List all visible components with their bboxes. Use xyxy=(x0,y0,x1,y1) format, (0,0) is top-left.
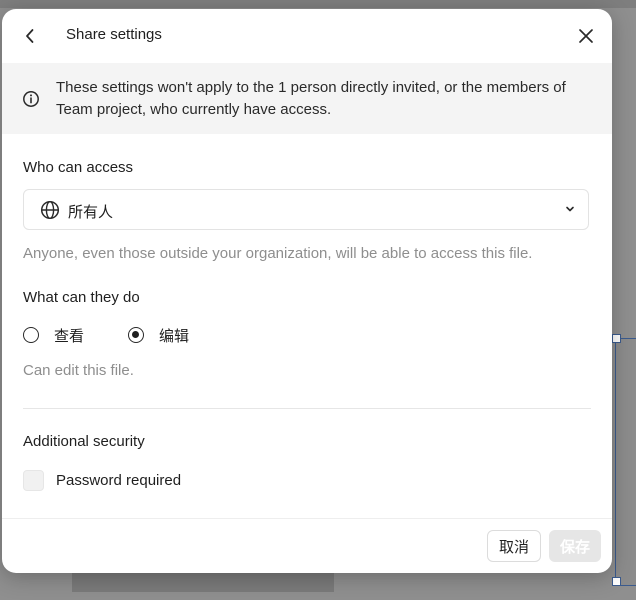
section-divider xyxy=(23,408,591,409)
close-icon xyxy=(579,29,593,43)
save-button[interactable]: 保存 xyxy=(549,530,601,562)
notice-banner: These settings won't apply to the 1 pers… xyxy=(2,63,612,134)
resize-handle[interactable] xyxy=(612,334,621,343)
radio-circle[interactable] xyxy=(23,327,39,343)
share-settings-dialog: Share settings These settings won't appl… xyxy=(2,9,612,573)
chevron-down-icon xyxy=(566,206,574,212)
access-help-text: Anyone, even those outside your organiza… xyxy=(23,245,533,262)
chevron-left-icon xyxy=(26,29,34,43)
password-required-label: Password required xyxy=(56,471,182,489)
dialog-header: Share settings xyxy=(2,9,612,63)
dialog-title: Share settings xyxy=(66,26,162,43)
password-required-option[interactable]: Password required xyxy=(23,469,181,491)
permission-radio-edit[interactable]: 编辑 xyxy=(128,325,189,345)
radio-label: 查看 xyxy=(54,327,85,345)
resize-handle[interactable] xyxy=(612,577,621,586)
permission-radio-view[interactable]: 查看 xyxy=(23,325,84,345)
radio-circle[interactable] xyxy=(128,327,144,343)
radio-label: 编辑 xyxy=(159,327,190,345)
permission-help-text: Can edit this file. xyxy=(23,362,134,379)
access-select-value: 所有人 xyxy=(68,204,114,221)
notice-text: These settings won't apply to the 1 pers… xyxy=(56,79,566,118)
canvas-top-band xyxy=(0,0,636,8)
canvas-shape xyxy=(72,570,334,592)
additional-security-label: Additional security xyxy=(23,433,145,450)
footer-divider xyxy=(2,518,612,519)
who-can-access-label: Who can access xyxy=(23,159,134,176)
access-select[interactable]: 所有人 xyxy=(23,189,589,230)
cancel-button[interactable]: 取消 xyxy=(487,530,541,562)
close-button[interactable] xyxy=(574,23,598,49)
canvas-selected-shape[interactable] xyxy=(615,338,636,586)
password-required-checkbox[interactable] xyxy=(23,469,44,491)
globe-icon xyxy=(40,200,60,220)
back-button[interactable] xyxy=(18,23,42,49)
what-can-they-do-label: What can they do xyxy=(23,289,140,306)
info-icon xyxy=(23,91,39,107)
